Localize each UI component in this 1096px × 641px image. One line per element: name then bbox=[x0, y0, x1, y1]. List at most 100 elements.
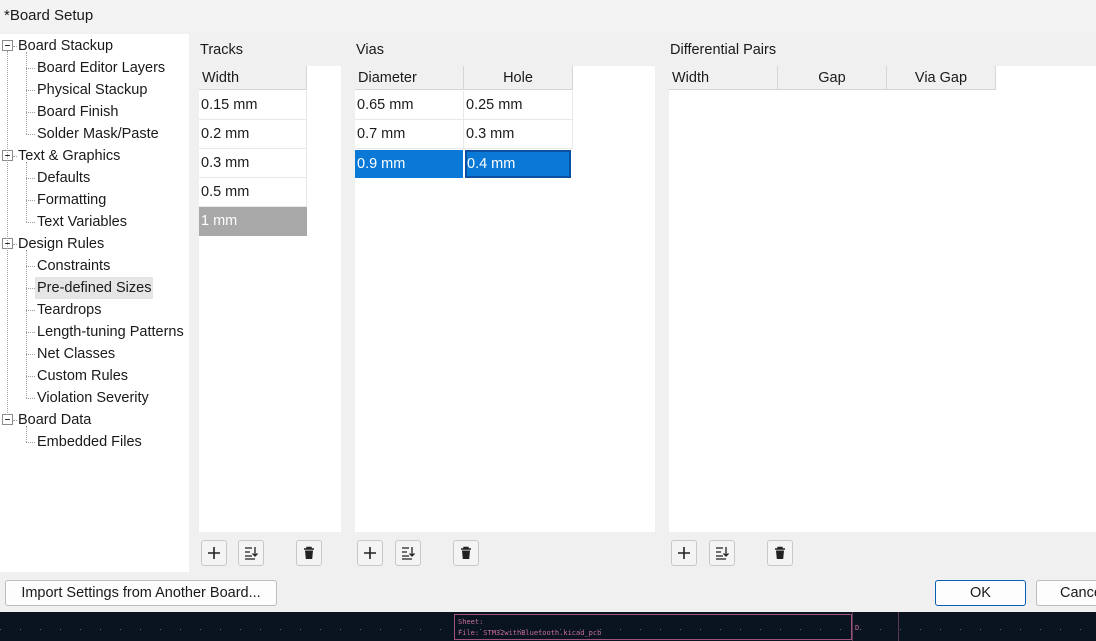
tracks-grid[interactable]: Width 0.15 mm 0.2 mm 0.3 mm 0.5 mm 1 mm bbox=[199, 66, 341, 532]
tree-connector bbox=[26, 178, 35, 179]
tree-connector bbox=[26, 266, 35, 267]
vias-cell-hole[interactable]: 0.25 mm bbox=[464, 91, 573, 120]
vias-title: Vias bbox=[356, 42, 384, 58]
tree-connector bbox=[26, 162, 27, 222]
tree-connector bbox=[26, 442, 35, 443]
tree-connector bbox=[13, 46, 17, 47]
tree-connector bbox=[26, 310, 35, 311]
corner-mark: D bbox=[855, 624, 860, 632]
tree-connector bbox=[13, 420, 17, 421]
diff-pairs-add-button[interactable] bbox=[671, 540, 697, 566]
tree-item-solder-mask-paste[interactable]: Solder Mask/Paste bbox=[37, 123, 159, 145]
tree-connector bbox=[26, 376, 35, 377]
tree-item-defaults[interactable]: Defaults bbox=[37, 167, 90, 189]
ok-button[interactable]: OK bbox=[935, 580, 1026, 606]
tree-item-formatting[interactable]: Formatting bbox=[37, 189, 106, 211]
tracks-row[interactable]: 0.3 mm bbox=[199, 149, 307, 178]
tree-connector bbox=[26, 426, 27, 442]
tree-item-physical-stackup[interactable]: Physical Stackup bbox=[37, 79, 147, 101]
sheet-label: Sheet: bbox=[458, 618, 484, 626]
sort-down-icon bbox=[716, 547, 729, 560]
tree-item-custom-rules[interactable]: Custom Rules bbox=[37, 365, 128, 387]
tree-connector bbox=[26, 200, 35, 201]
tree-connector bbox=[26, 222, 35, 223]
tree-item-pre-defined-sizes[interactable]: Pre-defined Sizes bbox=[35, 277, 154, 299]
predefined-sizes-panel: Tracks Width 0.15 mm 0.2 mm 0.3 mm 0.5 m… bbox=[190, 34, 1096, 572]
vias-cell-diameter[interactable]: 0.7 mm bbox=[355, 120, 464, 149]
diff-pairs-column-gap[interactable]: Gap bbox=[778, 66, 887, 90]
tracks-column-width[interactable]: Width bbox=[199, 66, 307, 90]
pcb-canvas-strip: Sheet: File: STM32withBluetooth.kicad_pc… bbox=[0, 612, 1096, 641]
title-block: Sheet: File: STM32withBluetooth.kicad_pc… bbox=[454, 614, 852, 640]
tree-connector bbox=[7, 51, 8, 415]
title-block-divider bbox=[852, 612, 853, 641]
tree-item-board-finish[interactable]: Board Finish bbox=[37, 101, 118, 123]
tree-item-length-tuning-patterns[interactable]: Length-tuning Patterns bbox=[37, 321, 184, 343]
vias-delete-button[interactable] bbox=[453, 540, 479, 566]
tree-connector bbox=[26, 68, 35, 69]
vias-cell-hole[interactable]: 0.3 mm bbox=[464, 120, 573, 149]
tracks-row-selected[interactable]: 1 mm bbox=[199, 207, 307, 236]
tree-connector bbox=[26, 398, 35, 399]
vias-cell-hole-selected[interactable]: 0.4 mm bbox=[465, 150, 571, 178]
diff-pairs-grid[interactable]: Width Gap Via Gap bbox=[669, 66, 1096, 532]
collapse-icon[interactable] bbox=[2, 414, 13, 425]
tracks-sort-button[interactable] bbox=[238, 540, 264, 566]
tree-connector bbox=[26, 354, 35, 355]
vias-sort-button[interactable] bbox=[395, 540, 421, 566]
plus-icon bbox=[678, 547, 690, 559]
collapse-icon[interactable] bbox=[2, 40, 13, 51]
cancel-button[interactable]: Cance bbox=[1036, 580, 1096, 606]
vias-cell-diameter[interactable]: 0.65 mm bbox=[355, 91, 464, 120]
tracks-delete-button[interactable] bbox=[296, 540, 322, 566]
tree-connector bbox=[26, 250, 27, 398]
sort-down-icon bbox=[402, 547, 415, 560]
window-title: *Board Setup bbox=[4, 7, 94, 24]
tree-item-board-data[interactable]: Board Data bbox=[18, 409, 91, 431]
diff-pairs-column-width[interactable]: Width bbox=[669, 66, 778, 90]
trash-icon bbox=[775, 546, 785, 559]
tree-item-design-rules[interactable]: Design Rules bbox=[18, 233, 104, 255]
tracks-title: Tracks bbox=[200, 42, 243, 58]
tree-item-board-editor-layers[interactable]: Board Editor Layers bbox=[37, 57, 165, 79]
tree-item-text-graphics[interactable]: Text & Graphics bbox=[18, 145, 120, 167]
tracks-row[interactable]: 0.5 mm bbox=[199, 178, 307, 207]
tree-connector bbox=[26, 134, 35, 135]
tree-item-net-classes[interactable]: Net Classes bbox=[37, 343, 115, 365]
tree-connector bbox=[26, 52, 27, 134]
title-block-divider bbox=[898, 612, 899, 641]
tree-item-violation-severity[interactable]: Violation Severity bbox=[37, 387, 149, 409]
tree-item-teardrops[interactable]: Teardrops bbox=[37, 299, 101, 321]
tracks-row[interactable]: 0.2 mm bbox=[199, 120, 307, 149]
file-label: File: STM32withBluetooth.kicad_pcb bbox=[458, 629, 602, 637]
tree-connector bbox=[26, 332, 35, 333]
tracks-add-button[interactable] bbox=[201, 540, 227, 566]
vias-add-button[interactable] bbox=[357, 540, 383, 566]
tracks-row[interactable]: 0.15 mm bbox=[199, 91, 307, 120]
diff-pairs-sort-button[interactable] bbox=[709, 540, 735, 566]
import-settings-button[interactable]: Import Settings from Another Board... bbox=[5, 580, 277, 606]
diff-pairs-title: Differential Pairs bbox=[670, 42, 777, 58]
plus-icon bbox=[364, 547, 376, 559]
plus-icon bbox=[208, 547, 220, 559]
settings-tree[interactable]: Board Stackup Board Editor Layers Physical… bbox=[0, 34, 189, 572]
vias-column-hole[interactable]: Hole bbox=[464, 66, 573, 90]
tree-connector bbox=[13, 244, 17, 245]
trash-icon bbox=[304, 546, 314, 559]
sort-down-icon bbox=[245, 547, 258, 560]
tree-item-board-stackup[interactable]: Board Stackup bbox=[18, 35, 113, 57]
tree-item-constraints[interactable]: Constraints bbox=[37, 255, 110, 277]
tree-connector bbox=[26, 112, 35, 113]
tree-connector bbox=[26, 90, 35, 91]
tree-connector bbox=[26, 288, 35, 289]
tree-connector bbox=[13, 156, 17, 157]
tree-item-text-variables[interactable]: Text Variables bbox=[37, 211, 127, 233]
diff-pairs-column-via-gap[interactable]: Via Gap bbox=[887, 66, 996, 90]
vias-column-diameter[interactable]: Diameter bbox=[355, 66, 464, 90]
vias-cell-diameter-selected[interactable]: 0.9 mm bbox=[355, 150, 463, 178]
vias-grid[interactable]: Diameter Hole 0.65 mm 0.25 mm 0.7 mm 0.3… bbox=[355, 66, 655, 532]
trash-icon bbox=[461, 546, 471, 559]
tree-item-embedded-files[interactable]: Embedded Files bbox=[37, 431, 142, 453]
title-bar: *Board Setup bbox=[0, 0, 1096, 32]
diff-pairs-delete-button[interactable] bbox=[767, 540, 793, 566]
